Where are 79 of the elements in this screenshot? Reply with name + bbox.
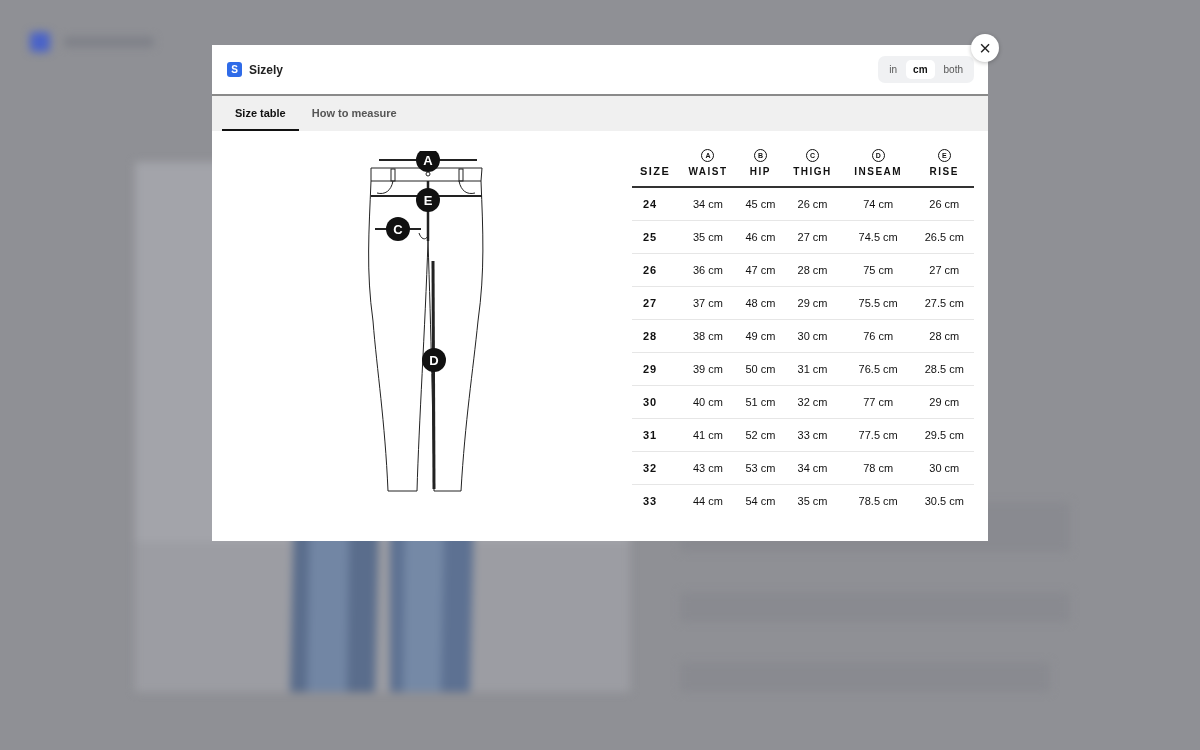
table-cell: 78 cm (841, 451, 915, 485)
size-cell: 30 (632, 385, 679, 419)
column-header: THIGH (793, 166, 832, 177)
size-cell: 31 (632, 418, 679, 452)
table-cell: 37 cm (678, 286, 738, 320)
unit-option[interactable]: in (882, 60, 905, 79)
tab[interactable]: How to measure (298, 96, 410, 131)
table-cell: 28 cm (783, 253, 842, 287)
table-cell: 78.5 cm (841, 484, 915, 517)
column-header: RISE (929, 166, 959, 177)
table-cell: 50 cm (737, 352, 784, 386)
table-cell: 31 cm (783, 352, 842, 386)
table-cell: 28.5 cm (914, 352, 974, 386)
table-cell: 76.5 cm (841, 352, 915, 386)
table-cell: 39 cm (678, 352, 738, 386)
table-cell: 26 cm (914, 187, 974, 221)
table-cell: 35 cm (783, 484, 842, 517)
table-cell: 51 cm (737, 385, 784, 419)
table-cell: 41 cm (678, 418, 738, 452)
table-cell: 27 cm (783, 220, 842, 254)
column-header: INSEAM (854, 166, 903, 177)
table-cell: 46 cm (737, 220, 784, 254)
tab[interactable]: Size table (222, 96, 299, 131)
table-cell: 76 cm (841, 319, 915, 353)
table-cell: 52 cm (737, 418, 784, 452)
table-cell: 43 cm (678, 451, 738, 485)
table-cell: 27 cm (914, 253, 974, 287)
table-cell: 49 cm (737, 319, 784, 353)
column-header: WAIST (688, 166, 728, 177)
size-cell: 27 (632, 286, 679, 320)
table-cell: 75 cm (841, 253, 915, 287)
brand-logo: S (227, 62, 242, 77)
table-cell: 28 cm (914, 319, 974, 353)
table-cell: 33 cm (783, 418, 842, 452)
table-cell: 29 cm (914, 385, 974, 419)
size-cell: 24 (632, 187, 679, 221)
table-cell: 30.5 cm (914, 484, 974, 517)
table-cell: 27.5 cm (914, 286, 974, 320)
size-cell: 26 (632, 253, 679, 287)
measure-marker: E (416, 188, 440, 212)
table-cell: 54 cm (737, 484, 784, 517)
table-cell: 34 cm (783, 451, 842, 485)
table-cell: 30 cm (914, 451, 974, 485)
table-cell: 53 cm (737, 451, 784, 485)
size-cell: 25 (632, 220, 679, 254)
table-cell: 36 cm (678, 253, 738, 287)
measure-marker: C (386, 217, 410, 241)
table-cell: 75.5 cm (841, 286, 915, 320)
column-header: HIP (749, 166, 772, 177)
size-cell: 33 (632, 484, 679, 517)
unit-option[interactable]: both (936, 60, 970, 79)
table-cell: 35 cm (678, 220, 738, 254)
table-cell: 40 cm (678, 385, 738, 419)
table-cell: 26.5 cm (914, 220, 974, 254)
unit-option[interactable]: cm (906, 60, 935, 79)
table-cell: 47 cm (737, 253, 784, 287)
table-cell: 77 cm (841, 385, 915, 419)
blurred-logo (30, 32, 50, 52)
table-cell: 74.5 cm (841, 220, 915, 254)
table-cell: 29 cm (783, 286, 842, 320)
table-cell: 29.5 cm (914, 418, 974, 452)
measure-marker: D (422, 348, 446, 372)
table-cell: 30 cm (783, 319, 842, 353)
table-cell: 45 cm (737, 187, 784, 221)
size-cell: 28 (632, 319, 679, 353)
size-cell: 29 (632, 352, 679, 386)
table-cell: 34 cm (678, 187, 738, 221)
close-button[interactable]: × (971, 34, 999, 62)
table-cell: 77.5 cm (841, 418, 915, 452)
measure-marker: A (416, 151, 440, 172)
size-cell: 32 (632, 451, 679, 485)
table-cell: 26 cm (783, 187, 842, 221)
table-cell: 38 cm (678, 319, 738, 353)
table-cell: 32 cm (783, 385, 842, 419)
table-cell: 74 cm (841, 187, 915, 221)
table-cell: 48 cm (737, 286, 784, 320)
brand-name: Sizely (249, 62, 284, 77)
column-header: SIZE (639, 165, 671, 177)
table-cell: 44 cm (678, 484, 738, 517)
